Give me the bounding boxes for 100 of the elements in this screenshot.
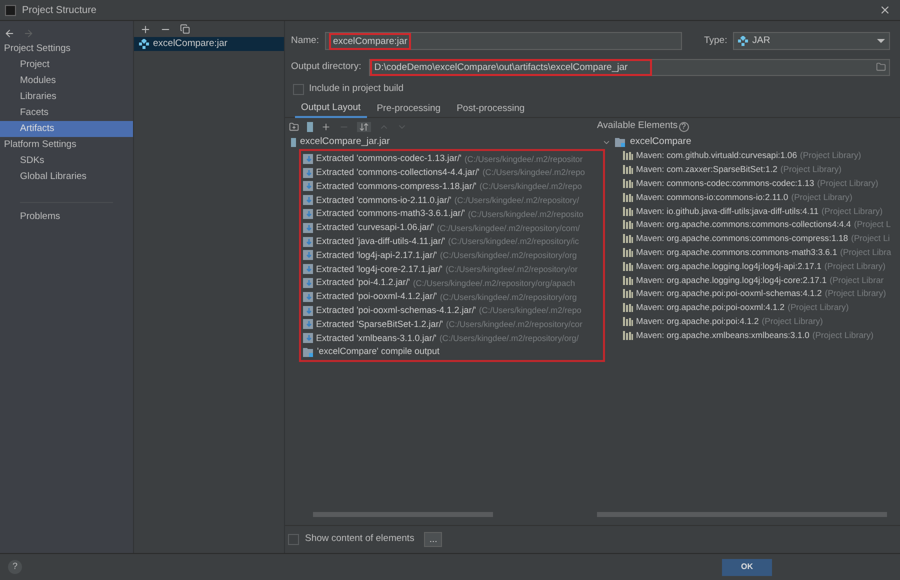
tree-item[interactable]: Extracted 'SparseBitSet-1.2.jar/' (316, 318, 443, 332)
more-button[interactable]: ... (424, 532, 442, 547)
sidebar-item[interactable]: Project (0, 57, 133, 73)
tree-item[interactable]: Extracted 'log4j-api-2.17.1.jar/' (316, 248, 437, 262)
sidebar-item[interactable]: Libraries (0, 89, 133, 105)
library-type-hint: (Project Library) (788, 301, 849, 314)
tree-item[interactable]: Extracted 'curvesapi-1.06.jar/' (316, 221, 434, 235)
module-output-icon (303, 347, 314, 358)
show-content-checkbox[interactable] (288, 534, 299, 545)
help-icon[interactable]: ? (678, 122, 689, 132)
tree-item[interactable]: Maven: org.apache.commons:commons-math3:3.6.1 (636, 246, 838, 259)
tree-item[interactable]: Extracted 'poi-ooxml-4.1.2.jar/' (316, 290, 437, 304)
path-hint: (C:/Users/kingdee/.m2/repo (479, 304, 582, 317)
tree-item[interactable]: Maven: org.apache.commons:commons-collections4:4.4 (636, 218, 851, 232)
tree-item[interactable]: Maven: commons-codec:commons-codec:1.13 (636, 177, 814, 190)
archive-extract-icon (303, 181, 313, 192)
help-icon[interactable]: ? (8, 560, 22, 574)
path-hint: (C:/Users/kingdee/.m2/repositor (464, 152, 583, 166)
tree-item[interactable]: Extracted 'poi-4.1.2.jar/' (316, 276, 410, 290)
include-checkbox[interactable] (293, 84, 304, 94)
add-icon[interactable] (321, 122, 331, 132)
ok-button[interactable]: OK (722, 558, 772, 576)
library-type-hint: (Project Library) (824, 260, 886, 273)
tree-item[interactable]: Maven: org.apache.xmlbeans:xmlbeans:3.1.0 (636, 328, 810, 342)
tree-item[interactable]: Maven: org.apache.logging.log4j:log4j-api:2.17.1 (636, 260, 822, 273)
type-label: Type: (704, 34, 728, 48)
tree-item[interactable]: Extracted 'commons-compress-1.18.jar/' (316, 180, 476, 194)
library-type-hint: (Project Library) (780, 163, 842, 176)
path-hint: (C:/Users/kingdee/.m2/repository/org/apach (412, 276, 575, 290)
library-type-hint: (Project Library) (791, 190, 852, 204)
archive-extract-icon (303, 195, 313, 206)
tree-item[interactable]: excelCompare_jar.jar (300, 134, 390, 150)
archive-icon[interactable] (307, 122, 313, 132)
output-directory-label: Output directory: (291, 60, 362, 74)
tab[interactable]: Post-processing (450, 100, 531, 118)
tree-item[interactable]: Maven: io.github.java-diff-utils:java-diff-utils:4.11 (636, 204, 818, 218)
tree-item[interactable]: excelCompare (630, 134, 692, 150)
library-icon (623, 151, 633, 160)
copy-icon[interactable] (180, 24, 190, 34)
tree-item[interactable]: 'excelCompare' compile output (317, 345, 440, 359)
library-icon (623, 276, 633, 285)
tab[interactable]: Output Layout (295, 100, 367, 118)
sidebar-item[interactable]: Artifacts (0, 121, 133, 137)
library-icon (623, 206, 633, 216)
artifact-item[interactable]: excelCompare:jar (134, 37, 284, 51)
add-icon[interactable] (140, 24, 151, 34)
sidebar-section-header: Platform Settings (3, 138, 78, 152)
archive-extract-icon (303, 333, 313, 344)
scrollbar[interactable] (313, 512, 493, 517)
tree-item[interactable]: Extracted 'commons-io-2.11.0.jar/' (316, 194, 452, 208)
tree-item[interactable]: Extracted 'commons-codec-1.13.jar/' (316, 152, 462, 166)
tree-item[interactable]: Maven: com.github.virtuald:curvesapi:1.06 (636, 149, 797, 162)
sidebar-item[interactable]: Modules (0, 73, 133, 89)
tree-item[interactable]: Extracted 'poi-ooxml-schemas-4.1.2.jar/' (316, 304, 476, 318)
sidebar-item[interactable]: Problems (0, 209, 133, 225)
tree-item[interactable]: Extracted 'java-diff-utils-4.11.jar/' (316, 234, 446, 248)
sort-icon[interactable] (357, 122, 371, 132)
library-icon (623, 178, 633, 188)
name-label: Name: (291, 34, 319, 48)
path-hint: (C:/Users/kingdee/.m2/repository/org/ (440, 332, 579, 345)
tree-item[interactable]: Maven: commons-io:commons-io:2.11.0 (636, 190, 788, 204)
archive-extract-icon (303, 306, 313, 316)
archive-extract-icon (303, 264, 313, 274)
folder-icon[interactable] (876, 62, 886, 72)
path-hint: (C:/Users/kingdee/.m2/repository/org (440, 290, 577, 304)
tree-item[interactable]: Extracted 'commons-math3-3.6.1.jar/' (316, 207, 465, 221)
sidebar-item[interactable]: Facets (0, 105, 133, 121)
tree-item[interactable]: Extracted 'commons-collections4-4.4.jar/' (316, 166, 480, 180)
library-icon (623, 234, 633, 244)
output-directory-field[interactable]: D:\codeDemo\excelCompare\out\artifacts\excelCompare_jar (369, 58, 890, 76)
tree-item[interactable]: Maven: org.apache.poi:poi-ooxml-schemas:4.1.2 (636, 287, 822, 300)
name-field[interactable]: excelCompare:jar (324, 32, 682, 50)
library-type-hint: (Project Library) (817, 177, 878, 190)
library-type-hint: (Project Library) (824, 287, 886, 300)
dropdown-arrow-icon (877, 39, 885, 43)
tab[interactable]: Pre-processing (370, 100, 447, 118)
tree-item[interactable]: Maven: org.apache.logging.log4j:log4j-core:2.17.1 (636, 274, 827, 287)
library-icon (623, 220, 633, 230)
tree-item[interactable]: Maven: org.apache.poi:poi:4.1.2 (636, 315, 759, 328)
new-folder-icon[interactable] (289, 122, 299, 132)
path-hint: (C:/Users/kingdee/.m2/repo (480, 180, 582, 193)
scrollbar[interactable] (597, 512, 887, 517)
archive-extract-icon (303, 319, 313, 330)
sidebar-item[interactable]: SDKs (0, 153, 133, 169)
library-icon (623, 192, 633, 202)
back-arrow-icon[interactable] (4, 28, 15, 38)
tree-item[interactable]: Extracted 'xmlbeans-3.1.0.jar/' (316, 332, 436, 345)
module-icon (615, 137, 626, 147)
tree-item[interactable]: Maven: com.zaxxer:SparseBitSet:1.2 (636, 163, 778, 176)
tree-item[interactable]: Extracted 'log4j-core-2.17.1.jar/' (316, 262, 442, 276)
tree-item[interactable]: Maven: org.apache.commons:commons-compress:1.18 (636, 232, 848, 246)
archive-extract-icon (303, 292, 313, 302)
path-hint: (C:/Users/kingdee/.m2/reposito (468, 208, 584, 220)
library-type-hint: (Project Libra (840, 246, 892, 259)
type-dropdown[interactable]: JAR (733, 32, 890, 50)
tree-item[interactable]: Maven: org.apache.poi:poi-ooxml:4.1.2 (636, 301, 785, 314)
sidebar-item[interactable]: Global Libraries (0, 169, 133, 185)
library-type-hint: (Project Library) (812, 328, 874, 342)
close-icon[interactable] (879, 4, 891, 16)
library-type-hint: (Project Library) (762, 315, 823, 328)
